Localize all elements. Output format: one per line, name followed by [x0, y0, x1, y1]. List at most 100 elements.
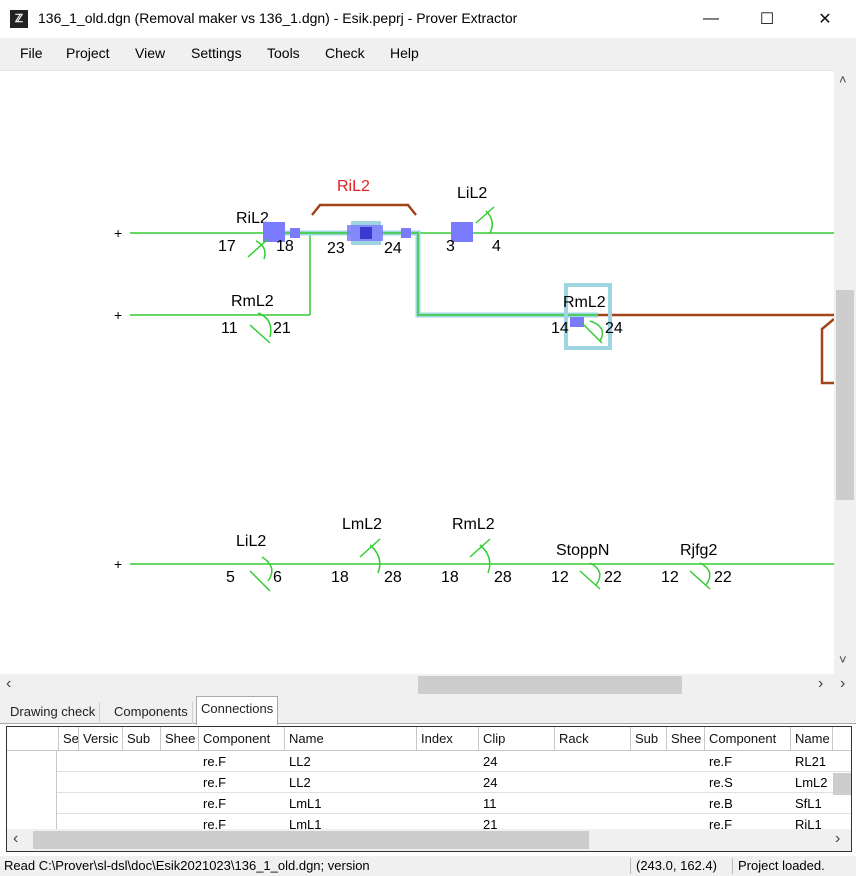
col-header[interactable]: Shee [161, 727, 199, 751]
menu-view[interactable]: View [135, 45, 165, 61]
col-header[interactable]: Sub [631, 727, 667, 751]
num-17: 17 [218, 238, 236, 255]
svg-text:22: 22 [714, 569, 732, 586]
window-title: 136_1_old.dgn (Removal maker vs 136_1.dg… [38, 10, 518, 26]
table-row[interactable]: re.F LL2 24 re.F RL21 [7, 751, 851, 772]
col-header[interactable]: Rack [555, 727, 631, 751]
cell-name: LL2 [289, 754, 311, 769]
col-header[interactable]: Se [59, 727, 79, 751]
menu-tools[interactable]: Tools [267, 45, 300, 61]
scroll-down-icon[interactable]: ˅ [839, 652, 847, 667]
num-11: 11 [221, 320, 238, 337]
bottom-component-rml2: RmL2 18 28 [441, 516, 512, 586]
selection-bracket [311, 203, 417, 216]
minimize-button[interactable]: — [682, 0, 740, 38]
canvas-horizontal-scrollbar[interactable]: ‹ › › [0, 674, 856, 696]
lil2-contact-symbol [475, 206, 495, 234]
num-4: 4 [492, 238, 501, 255]
status-divider [630, 858, 631, 874]
plus-row3: + [114, 556, 122, 572]
canvas-vertical-scrollbar[interactable]: ˄ ˅ [834, 70, 856, 674]
status-divider [732, 858, 733, 874]
svg-text:12: 12 [661, 569, 679, 586]
col-header[interactable]: Sub [123, 727, 161, 751]
num-24b: 24 [605, 320, 623, 337]
num-23: 23 [327, 240, 345, 257]
plus-row1: + [114, 225, 122, 241]
svg-text:LmL2: LmL2 [342, 516, 382, 533]
num-21: 21 [273, 320, 291, 337]
cell-name-2: LmL2 [795, 775, 828, 790]
scroll-right-icon[interactable]: › [818, 675, 823, 693]
drawing-canvas[interactable]: + + RiL2 RiL2 17 18 23 24 LiL2 3 4 RmL2 … [0, 70, 834, 674]
status-bar: Read C:\Prover\sl-dsl\doc\Esik2021023\13… [0, 856, 856, 876]
col-header[interactable]: Shee [667, 727, 705, 751]
cell-component-2: re.B [709, 796, 733, 811]
svg-text:28: 28 [494, 569, 512, 586]
scroll-right-icon-2[interactable]: › [840, 675, 845, 693]
cell-component: re.F [203, 754, 227, 769]
grid-scroll-left-icon[interactable]: ‹ [13, 830, 18, 848]
col-header[interactable]: Component [199, 727, 285, 751]
col-header[interactable]: Clip [479, 727, 555, 751]
cell-name: LmL1 [289, 796, 322, 811]
svg-text:RmL2: RmL2 [452, 516, 495, 533]
app-icon: ℤ [10, 10, 28, 28]
num-18: 18 [276, 238, 294, 255]
table-row[interactable]: re.F LL2 24 re.S LmL2 [7, 772, 851, 793]
row-header[interactable] [7, 751, 57, 772]
cell-name-2: SfL1 [795, 796, 822, 811]
rml2-box-contact-symbol [581, 320, 604, 344]
vertical-scroll-thumb[interactable] [836, 290, 854, 500]
col-header[interactable]: Component [705, 727, 791, 751]
connections-grid[interactable]: Se Versic Sub Shee Component Name Index … [6, 726, 852, 852]
cell-clip: 24 [483, 754, 498, 769]
status-state: Project loaded. [738, 858, 825, 873]
svg-text:18: 18 [331, 569, 349, 586]
horizontal-scroll-thumb[interactable] [418, 676, 682, 694]
grid-header: Se Versic Sub Shee Component Name Index … [7, 727, 851, 751]
svg-text:Rjfg2: Rjfg2 [680, 542, 717, 559]
table-row[interactable]: re.F LmL1 11 re.B SfL1 [7, 793, 851, 814]
col-header[interactable]: Name [285, 727, 417, 751]
menu-project[interactable]: Project [66, 45, 110, 61]
row-header[interactable] [7, 793, 57, 814]
close-button[interactable]: ✕ [796, 0, 854, 38]
bottom-component-lml2: LmL2 18 28 [331, 516, 402, 586]
rml2-row2-contact-symbol [249, 312, 272, 344]
ril2-contact-symbol [247, 238, 269, 260]
col-header[interactable]: Versic [79, 727, 123, 751]
cell-clip: 11 [483, 796, 497, 811]
col-header[interactable]: Index [417, 727, 479, 751]
scroll-left-icon[interactable]: ‹ [6, 675, 11, 693]
tab-components[interactable]: Components [110, 702, 193, 724]
highlighted-route [270, 230, 834, 385]
tab-drawing-check[interactable]: Drawing check [6, 702, 101, 724]
ril2-red-label: RiL2 [337, 178, 370, 195]
menu-file[interactable]: File [20, 45, 43, 61]
row-header[interactable] [7, 772, 57, 793]
menu-help[interactable]: Help [390, 45, 419, 61]
svg-text:StoppN: StoppN [556, 542, 609, 559]
cell-component-2: re.F [709, 754, 733, 769]
grid-horizontal-scroll-thumb[interactable] [33, 831, 589, 849]
menu-check[interactable]: Check [325, 45, 365, 61]
status-message: Read C:\Prover\sl-dsl\doc\Esik2021023\13… [4, 858, 370, 873]
cell-name-2: RL21 [795, 754, 827, 769]
col-header[interactable]: Name [791, 727, 833, 751]
bottom-tabs: Drawing check Components Connections [0, 696, 856, 725]
grid-horizontal-scrollbar[interactable]: ‹ › [7, 829, 851, 851]
svg-text:28: 28 [384, 569, 402, 586]
grid-vertical-scroll-thumb[interactable] [833, 773, 851, 795]
scroll-up-icon[interactable]: ˄ [839, 72, 847, 87]
tab-connections[interactable]: Connections [196, 696, 279, 725]
svg-text:6: 6 [273, 569, 282, 586]
menu-settings[interactable]: Settings [191, 45, 242, 61]
maximize-button[interactable]: ☐ [738, 0, 796, 38]
cell-clip: 24 [483, 775, 498, 790]
svg-text:5: 5 [226, 569, 235, 586]
grid-scroll-right-icon[interactable]: › [835, 830, 840, 848]
rml2-box-label: RmL2 [563, 294, 606, 311]
num-3: 3 [446, 238, 455, 255]
cell-name: LL2 [289, 775, 311, 790]
